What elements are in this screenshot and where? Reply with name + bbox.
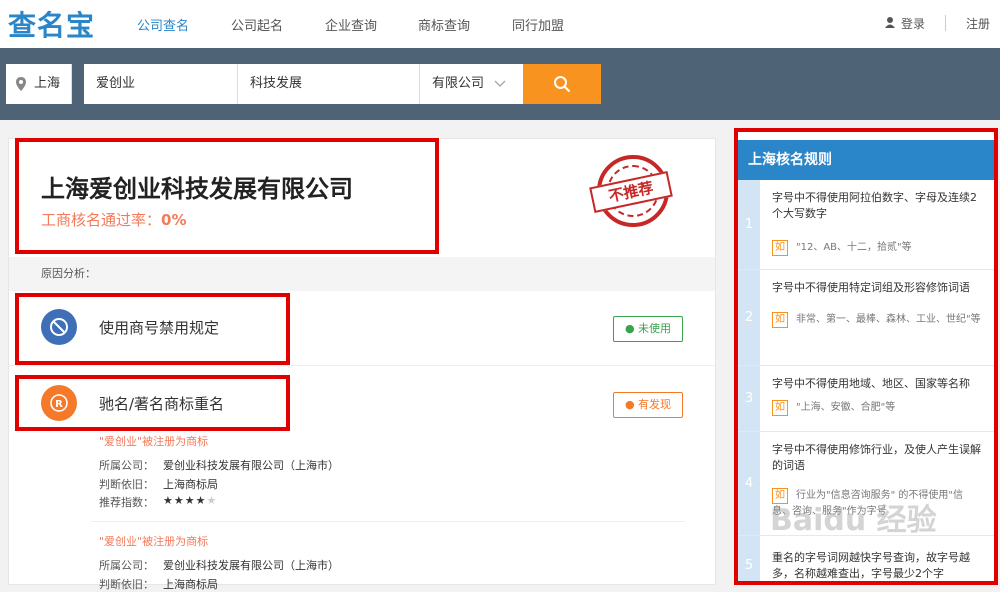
trademark-entry-title: "爱创业"被注册为商标 — [99, 435, 209, 448]
user-icon — [885, 17, 895, 28]
rule-text: 字号中不得使用阿拉伯数字、字母及连续2个大写数字 — [772, 191, 977, 220]
field-label: 所属公司： — [99, 459, 154, 472]
field-value: 上海商标局 — [163, 578, 218, 591]
rule-text: 字号中不得使用地域、地区、国家等名称 — [772, 377, 970, 390]
rule-item: 3 字号中不得使用地域、地区、国家等名称 如 "上海、安徽、合肥"等 — [738, 366, 994, 432]
rating-stars: ★★★★★ — [163, 494, 218, 507]
rule-example-text: "12、AB、十二，拾贰"等 — [796, 242, 912, 253]
rule-item: 1 字号中不得使用阿拉伯数字、字母及连续2个大写数字 如 "12、AB、十二，拾贰… — [738, 180, 994, 270]
divider — [945, 15, 946, 31]
rule-number: 3 — [738, 366, 760, 431]
divider — [9, 365, 715, 366]
rule-example-text: 非常、第一、最棒、森林、工业、世纪"等 — [796, 314, 981, 325]
divider — [91, 521, 685, 522]
chevron-down-icon — [494, 80, 506, 87]
nav-company-naming[interactable]: 公司起名 — [231, 15, 283, 34]
login-link[interactable]: 登录 — [901, 15, 925, 32]
rule-text: 字号中不得使用特定词组及形容修饰词语 — [772, 281, 970, 294]
highlight-box — [15, 375, 290, 431]
field-label: 推荐指数： — [99, 496, 154, 509]
rule-number: 5 — [738, 536, 760, 581]
rule-example: 如 "上海、安徽、合肥"等 — [772, 400, 982, 416]
check-circle-icon: ● — [624, 322, 635, 335]
org-type-value: 有限公司 — [432, 76, 485, 91]
nav-company-name-check[interactable]: 公司查名 — [137, 15, 189, 34]
rule-example: 如非常、第一、最棒、森林、工业、世纪"等 — [772, 312, 982, 328]
search-bar: 上海 爱创业 科技发展 有限公司 — [0, 48, 1000, 120]
field-label: 判断依旧： — [99, 478, 154, 491]
highlight-box — [15, 138, 439, 254]
rule-text: 重名的字号词网越快字号查询，故字号越多，名称越难查出，字号最少2个字 — [772, 551, 970, 580]
status-badge-text: 有发现 — [638, 398, 672, 411]
city-select[interactable]: 上海 — [6, 64, 72, 104]
rule-number: 2 — [738, 270, 760, 365]
rule-number: 4 — [738, 432, 760, 535]
field-value: 爱创业科技发展有限公司（上海市） — [163, 559, 339, 572]
field-value: 爱创业科技发展有限公司（上海市） — [163, 459, 339, 472]
field-label: 所属公司： — [99, 559, 154, 572]
search-icon — [554, 76, 571, 93]
nav-franchise[interactable]: 同行加盟 — [512, 15, 564, 34]
trademark-company-row: 所属公司： 爱创业科技发展有限公司（上海市） — [99, 557, 339, 573]
field-value: 上海商标局 — [163, 478, 218, 491]
top-navbar: 查名宝 公司查名 公司起名 企业查询 商标查询 同行加盟 登录 注册 — [0, 0, 1000, 48]
nav-enterprise-search[interactable]: 企业查询 — [325, 15, 377, 34]
rule-item: 2 字号中不得使用特定词组及形容修饰词语 如非常、第一、最棒、森林、工业、世纪"… — [738, 270, 994, 366]
status-badge-found: ● 有发现 — [613, 392, 683, 418]
not-recommended-stamp: 不推荐 — [589, 155, 673, 227]
trademark-company-row: 所属公司： 爱创业科技发展有限公司（上海市） — [99, 457, 339, 473]
example-tag: 如 — [772, 312, 788, 328]
trademark-basis-row: 判断依旧： 上海商标局 — [99, 476, 218, 492]
reason-analysis-header: 原因分析： — [9, 257, 715, 291]
example-tag: 如 — [772, 240, 788, 256]
rule-item: 5 重名的字号词网越快字号查询，故字号越多，名称越难查出，字号最少2个字 — [738, 536, 994, 581]
rule-number: 1 — [738, 180, 760, 269]
register-link[interactable]: 注册 — [966, 15, 990, 32]
example-tag: 如 — [772, 400, 788, 416]
alert-icon: ● — [624, 398, 635, 411]
industry-input[interactable]: 科技发展 — [238, 64, 420, 104]
sidebar-title: 上海核名规则 — [738, 140, 994, 180]
rule-example-text: "上海、安徽、合肥"等 — [796, 402, 896, 413]
org-type-select[interactable]: 有限公司 — [420, 64, 523, 104]
baidu-watermark: Baidu 经验 — [770, 503, 937, 538]
status-badge-unused: ● 未使用 — [613, 316, 683, 342]
location-pin-icon — [16, 77, 26, 91]
trademark-entry-title: "爱创业"被注册为商标 — [99, 535, 209, 548]
trademark-rating-row: 推荐指数： ★★★★★ — [99, 494, 216, 510]
city-value: 上海 — [34, 76, 61, 91]
nav-trademark-search[interactable]: 商标查询 — [418, 15, 470, 34]
search-button[interactable] — [523, 64, 601, 104]
trademark-basis-row: 判断依旧： 上海商标局 — [99, 576, 218, 592]
rule-text: 字号中不得使用修饰行业，及使人产生误解的词语 — [772, 443, 981, 472]
status-badge-text: 未使用 — [638, 322, 672, 335]
brand-input[interactable]: 爱创业 — [84, 64, 238, 104]
rule-example: 如 "12、AB、十二，拾贰"等 — [772, 240, 982, 256]
logo[interactable]: 查名宝 — [8, 4, 95, 44]
highlight-box — [15, 293, 290, 365]
